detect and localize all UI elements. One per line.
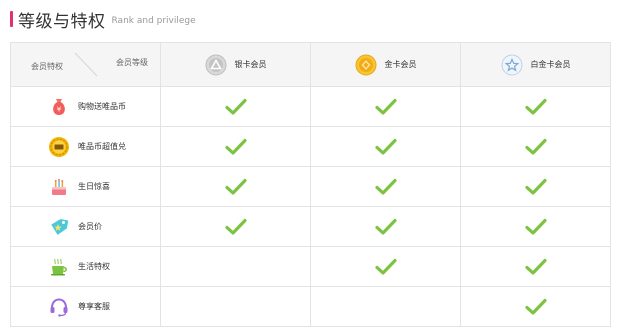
tier-cell-gold: [310, 246, 461, 287]
privilege-cell: 生日惊喜: [10, 166, 161, 207]
privilege-label: 尊享客服: [78, 302, 110, 311]
privilege-column-label: 会员特权: [31, 62, 63, 71]
page-subtitle: Rank and privilege: [111, 15, 196, 26]
tier-cell-platinum: [460, 246, 611, 287]
tier-cell-silver: [160, 166, 311, 207]
check-icon: [524, 138, 547, 156]
privilege-label: 唯品币超值兑: [78, 142, 126, 151]
section-title: 等级与特权 Rank and privilege: [10, 9, 196, 32]
tier-cell-platinum: [460, 166, 611, 207]
tier-cell-platinum: [460, 206, 611, 247]
tier-cell-silver: [160, 86, 311, 127]
privilege-cell: 会员价: [10, 206, 161, 247]
table-row: 尊享客服: [10, 286, 611, 327]
tier-cell-platinum: [460, 126, 611, 167]
check-icon: [224, 98, 247, 116]
table-row: 生日惊喜: [10, 166, 611, 207]
privilege-label: 会员价: [78, 222, 102, 231]
privilege-cell: 尊享客服: [10, 286, 161, 327]
page-title: 等级与特权: [18, 11, 106, 32]
privilege-cell: ¥ 购物送唯品币: [10, 86, 161, 127]
privilege-cell: 生活特权: [10, 246, 161, 287]
check-icon: [524, 218, 547, 236]
table-header-row: 会员特权 会员等级 银卡会员 金卡会员 白金卡会员: [10, 42, 611, 87]
check-icon: [374, 218, 397, 236]
tier-header-platinum: 白金卡会员: [460, 42, 611, 87]
tier-cell-gold: [310, 286, 461, 327]
title-accent-bar: [10, 11, 13, 27]
table-row: 会员价: [10, 206, 611, 247]
tier-header-silver: 银卡会员: [160, 42, 311, 87]
coffee-cup-icon: [48, 256, 70, 278]
check-icon: [524, 298, 547, 316]
silver-card-icon: [205, 54, 227, 76]
tier-cell-silver: [160, 246, 311, 287]
privilege-table: 会员特权 会员等级 银卡会员 金卡会员 白金卡会员 ¥ 购物送唯品币 唯品币超值…: [10, 42, 611, 327]
table-row: 生活特权: [10, 246, 611, 287]
check-icon: [224, 138, 247, 156]
check-icon: [374, 98, 397, 116]
rank-privilege-page: 等级与特权 Rank and privilege 会员特权 会员等级 银卡会员 …: [0, 0, 620, 336]
check-icon: [374, 138, 397, 156]
corner-header-cell: 会员特权 会员等级: [10, 42, 161, 87]
tier-cell-gold: [310, 126, 461, 167]
tier-cell-gold: [310, 166, 461, 207]
table-row: 唯品币超值兑: [10, 126, 611, 167]
privilege-label: 生日惊喜: [78, 182, 110, 191]
tier-cell-platinum: [460, 86, 611, 127]
tier-cell-silver: [160, 286, 311, 327]
tier-row-label: 会员等级: [116, 58, 148, 67]
tier-cell-silver: [160, 126, 311, 167]
check-icon: [224, 218, 247, 236]
tier-cell-gold: [310, 206, 461, 247]
check-icon: [524, 258, 547, 276]
privilege-cell: 唯品币超值兑: [10, 126, 161, 167]
price-tag-icon: [48, 216, 70, 238]
tier-label-silver: 银卡会员: [234, 60, 267, 69]
check-icon: [524, 98, 547, 116]
money-bag-icon: ¥: [48, 96, 70, 118]
headset-icon: [48, 296, 70, 318]
tier-header-gold: 金卡会员: [310, 42, 461, 87]
tier-cell-silver: [160, 206, 311, 247]
privilege-label: 购物送唯品币: [78, 102, 126, 111]
check-icon: [374, 178, 397, 196]
tier-label-platinum: 白金卡会员: [530, 60, 571, 69]
gold-card-icon: [355, 54, 377, 76]
privilege-label: 生活特权: [78, 262, 110, 271]
tier-cell-gold: [310, 86, 461, 127]
svg-text:¥: ¥: [57, 105, 62, 113]
table-row: ¥ 购物送唯品币: [10, 86, 611, 127]
check-icon: [374, 258, 397, 276]
tier-cell-platinum: [460, 286, 611, 327]
platinum-card-icon: [501, 54, 523, 76]
tier-label-gold: 金卡会员: [384, 60, 417, 69]
check-icon: [224, 178, 247, 196]
birthday-cake-icon: [48, 176, 70, 198]
check-icon: [524, 178, 547, 196]
vip-coin-icon: [48, 136, 70, 158]
